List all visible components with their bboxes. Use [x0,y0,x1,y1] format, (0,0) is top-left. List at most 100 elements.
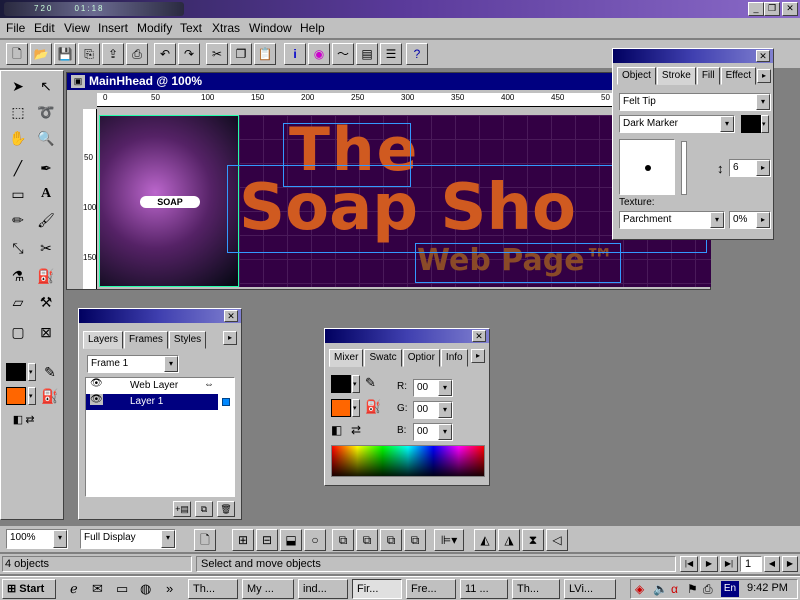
mixer-stroke-swatch[interactable] [331,375,351,393]
list-item[interactable]: 👁 Web Layer ⇔ [86,378,234,394]
texture-select[interactable]: Parchment ▾ [619,211,725,229]
eyedropper-icon[interactable]: ⚗ [5,265,31,289]
last-frame-icon[interactable]: ▶| [720,556,738,572]
lasso-icon[interactable]: ➰ [33,101,59,125]
task-button[interactable]: ind... [298,579,348,599]
menu-modify[interactable]: Modify [137,21,172,35]
flip-vertical-icon[interactable]: ◁ [546,529,568,551]
knife-icon[interactable]: ✂ [33,237,59,261]
copy-icon[interactable]: ⎘ [78,43,100,65]
join-icon[interactable]: ⬓ [280,529,302,551]
menu-xtras[interactable]: Xtras [212,21,240,35]
send-back-icon[interactable]: ⧉ [404,529,426,551]
realplayer-icon[interactable]: α [671,582,678,596]
fill-color-swatch[interactable] [6,387,26,405]
task-button[interactable]: Th... [188,579,238,599]
stroke-category-select[interactable]: Felt Tip ▾ [619,93,771,111]
start-button[interactable]: ⊞ Start [2,579,56,599]
eye-icon[interactable]: 👁 [90,378,103,389]
list-item[interactable]: 👁 Layer 1 [86,394,218,410]
menu-help[interactable]: Help [300,21,325,35]
delete-layer-icon[interactable]: 🗑 [217,501,235,517]
panel-options-arrow-icon[interactable]: ▸ [757,69,771,83]
hotspot-icon[interactable]: ▢ [5,321,31,345]
redo-icon[interactable]: ↷ [178,43,200,65]
new-icon[interactable]: 🗋 [6,43,28,65]
fill-icon[interactable]: ▤ [356,43,378,65]
stroke-size-input[interactable]: 6 ▸ [729,159,771,177]
line-icon[interactable]: ╱ [5,157,31,181]
tab-stroke[interactable]: Stroke [656,67,696,85]
printer-icon[interactable]: ⎙ [703,582,713,597]
text-icon[interactable]: A [33,183,59,207]
tab-layers[interactable]: Layers [83,331,124,349]
flip-horizontal-icon[interactable]: ⧗ [522,529,544,551]
scale-icon[interactable]: ⤡ [5,237,31,261]
quicklaunch-more-icon[interactable]: » [166,581,173,596]
rotate-right-icon[interactable]: ◮ [498,529,520,551]
layers-icon[interactable]: ☰ [380,43,402,65]
frame-select[interactable]: Frame 1 ▾ [87,355,179,373]
antivirus-icon[interactable]: ◈ [635,582,644,596]
menu-edit[interactable]: Edit [34,21,55,35]
eraser-icon[interactable]: ▱ [5,291,31,315]
ungroup-icon[interactable]: ⊟ [256,529,278,551]
marquee-icon[interactable]: ⬚ [5,101,31,125]
rectangle-icon[interactable]: ▭ [5,183,31,207]
pen-icon[interactable]: ✒ [33,157,59,181]
brush-icon[interactable]: 🖌 [33,209,59,233]
menu-file[interactable]: File [6,21,25,35]
tab-fill[interactable]: Fill [696,67,720,85]
stroke-panel-close-icon[interactable]: ✕ [756,50,770,62]
eye-icon[interactable]: 👁 [90,394,103,405]
mixer-swap-colors-icon[interactable]: ⇄ [351,423,361,437]
tab-options[interactable]: Optior [402,349,440,367]
swap-colors-icon[interactable]: ⇄ [17,409,43,433]
r-input[interactable]: 00 ▾ [413,379,453,397]
page-icon[interactable]: 🗋 [194,529,216,551]
color-ramp[interactable] [331,445,485,477]
task-button[interactable]: 11 ... [460,579,508,599]
mixer-fill-arrow-icon[interactable]: ▾ [352,399,360,417]
mixer-options-arrow-icon[interactable]: ▸ [471,349,485,363]
menu-window[interactable]: Window [249,21,292,35]
pencil-icon[interactable]: ✏ [5,209,31,233]
new-layer-button[interactable]: +▤ [173,501,191,517]
restore-button[interactable]: ❐ [764,2,780,16]
first-frame-icon[interactable]: |◀ [680,556,698,572]
task-button[interactable]: My ... [242,579,294,599]
align-icon[interactable]: ⊫▾ [434,529,464,551]
send-backward-icon[interactable]: ⧉ [380,529,402,551]
close-button[interactable]: ✕ [782,2,798,16]
b-input[interactable]: 00 ▾ [413,423,453,441]
duplicate-layer-button[interactable]: ⧉ [195,501,213,517]
rubber-stamp-icon[interactable]: ⚒ [33,291,59,315]
desktop-icon[interactable]: ▭ [116,581,128,597]
rotate-left-icon[interactable]: ◭ [474,529,496,551]
print-icon[interactable]: ⎙ [126,43,148,65]
pointer-icon[interactable]: ➤ [5,75,31,99]
mixer-default-colors-icon[interactable]: ◧ [331,423,342,437]
outlook-icon[interactable]: ✉ [92,581,103,597]
menu-view[interactable]: View [64,21,90,35]
zoom-icon[interactable]: 🔍 [33,127,59,151]
stroke-color-swatch[interactable] [6,363,26,381]
ie-icon[interactable]: ℯ [70,581,78,597]
layers-options-arrow-icon[interactable]: ▸ [223,331,237,345]
task-button[interactable]: Fre... [406,579,456,599]
channels-icon[interactable]: ◍ [140,581,151,597]
tab-frames[interactable]: Frames [124,331,168,349]
menu-text[interactable]: Text [180,21,202,35]
hand-icon[interactable]: ✋ [5,127,31,151]
bring-front-icon[interactable]: ⧉ [332,529,354,551]
subselect-icon[interactable]: ↖ [33,75,59,99]
info-icon[interactable]: i [284,43,306,65]
copy2-icon[interactable]: ❐ [230,43,252,65]
prev-frame-icon[interactable]: ◀ [764,556,780,572]
texture-amount-input[interactable]: 0% ▸ [729,211,771,229]
minimize-button[interactable]: _ [748,2,764,16]
mixer-fill-swatch[interactable] [331,399,351,417]
fill-color-arrow-icon[interactable]: ▾ [28,387,36,405]
play-icon[interactable]: ▶ [700,556,718,572]
color-icon[interactable]: ◉ [308,43,330,65]
